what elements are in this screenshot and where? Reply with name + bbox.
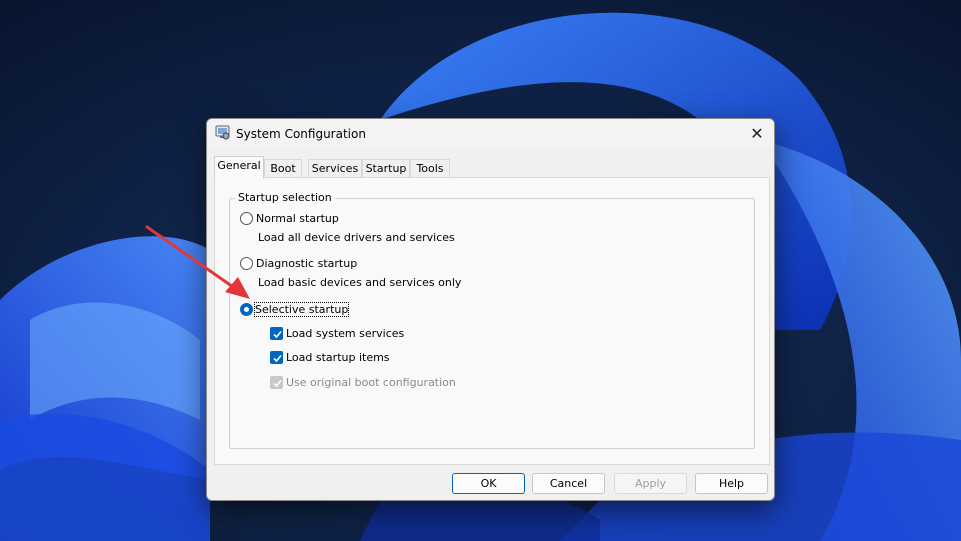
tab-startup[interactable]: Startup xyxy=(362,159,410,179)
load-startup-items-checkbox[interactable] xyxy=(270,351,283,364)
cancel-button[interactable]: Cancel xyxy=(532,473,605,494)
normal-startup-radio[interactable] xyxy=(240,212,253,225)
load-startup-items-label[interactable]: Load startup items xyxy=(286,351,390,364)
system-configuration-dialog: System Configuration ✕ General Boot Serv… xyxy=(206,118,775,501)
load-system-services-checkbox[interactable] xyxy=(270,327,283,340)
close-icon: ✕ xyxy=(750,123,764,143)
diagnostic-startup-description: Load basic devices and services only xyxy=(258,276,462,289)
diagnostic-startup-label[interactable]: Diagnostic startup xyxy=(256,257,357,270)
normal-startup-label[interactable]: Normal startup xyxy=(256,212,339,225)
tab-boot[interactable]: Boot xyxy=(264,159,302,179)
selective-startup-label[interactable]: Selective startup xyxy=(253,302,350,317)
use-original-boot-configuration-label: Use original boot configuration xyxy=(286,376,456,389)
help-button[interactable]: Help xyxy=(695,473,768,494)
tab-services[interactable]: Services xyxy=(308,159,362,179)
use-original-boot-configuration-checkbox xyxy=(270,376,283,389)
selective-startup-radio[interactable] xyxy=(240,303,253,316)
checkmark-icon xyxy=(273,379,282,388)
checkmark-icon xyxy=(273,330,282,339)
tab-tools[interactable]: Tools xyxy=(410,159,450,179)
close-button[interactable]: ✕ xyxy=(740,119,774,147)
ok-button[interactable]: OK xyxy=(452,473,525,494)
diagnostic-startup-radio[interactable] xyxy=(240,257,253,270)
general-tab-panel: Startup selection Normal startup Load al… xyxy=(214,177,770,465)
startup-selection-label: Startup selection xyxy=(235,191,335,204)
title-bar[interactable]: System Configuration ✕ xyxy=(207,119,774,149)
checkmark-icon xyxy=(273,354,282,363)
tab-general[interactable]: General xyxy=(214,156,264,179)
apply-button: Apply xyxy=(614,473,687,494)
window-title: System Configuration xyxy=(236,127,366,141)
normal-startup-description: Load all device drivers and services xyxy=(258,231,455,244)
system-configuration-app-icon xyxy=(215,125,230,140)
load-system-services-label[interactable]: Load system services xyxy=(286,327,404,340)
